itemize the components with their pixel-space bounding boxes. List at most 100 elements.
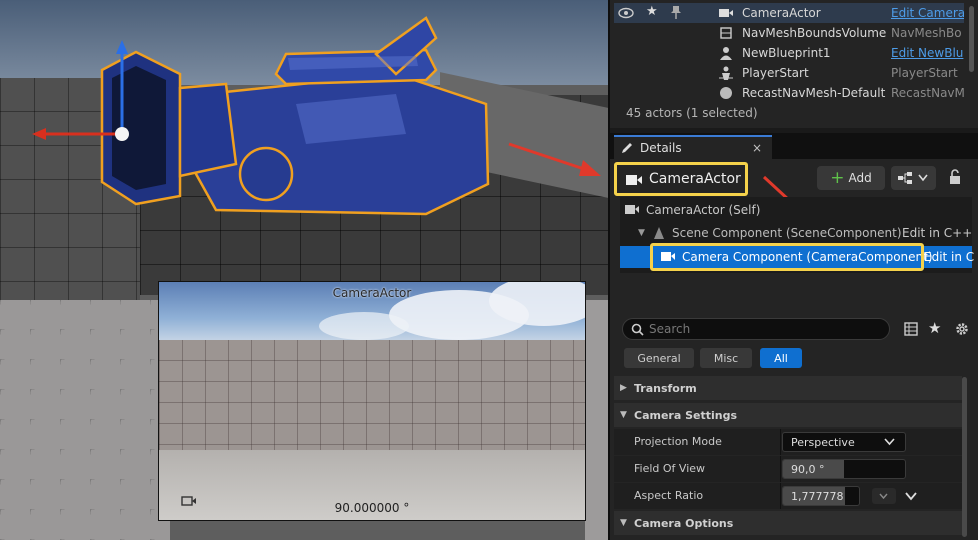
aspect-ratio-preset-button[interactable]: [872, 488, 896, 504]
eye-icon[interactable]: [618, 7, 634, 19]
pin-icon[interactable]: [670, 5, 682, 20]
level-viewport[interactable]: CameraActor 90.000000 °: [0, 0, 608, 540]
collapse-triangle-icon: ▼: [620, 518, 627, 528]
outliner-type-link[interactable]: Edit NewBlu: [891, 46, 964, 60]
tree-item-label: Scene Component (SceneComponent): [672, 226, 902, 240]
camera-preview: CameraActor 90.000000 °: [158, 281, 586, 521]
filter-all-button[interactable]: All: [760, 348, 802, 368]
edit-in-cpp-link[interactable]: Edit in C++: [902, 226, 972, 240]
outliner-name: CameraActor: [742, 6, 821, 20]
details-search[interactable]: [622, 318, 890, 340]
property-field-of-view: Field Of View 90,0 °: [614, 456, 962, 482]
tab-details[interactable]: Details ×: [614, 135, 772, 159]
outliner-name: NewBlueprint1: [742, 46, 831, 60]
outliner-name: RecastNavMesh-Default: [742, 86, 886, 100]
person-icon: [720, 47, 732, 60]
collapse-triangle-icon[interactable]: ▼: [638, 228, 645, 238]
camera-icon: [626, 175, 642, 185]
category-label: Camera Options: [634, 516, 734, 530]
pencil-icon: [622, 143, 632, 153]
actor-name-label: CameraActor: [649, 171, 741, 187]
blueprint-dropdown-button[interactable]: [891, 166, 936, 190]
camera-icon: [625, 205, 639, 214]
field-of-view-value: 90,0 °: [791, 463, 825, 476]
property-label: Projection Mode: [634, 435, 722, 448]
search-icon: [631, 323, 644, 336]
outliner-name: PlayerStart: [742, 66, 809, 80]
category-camera-options[interactable]: ▼ Camera Options: [614, 511, 962, 535]
outliner-name: NavMeshBoundsVolume: [742, 26, 887, 40]
edit-in-cpp-link[interactable]: Edit in C: [924, 250, 974, 264]
details-tab-bar: Details ×: [610, 133, 978, 159]
filter-misc-button[interactable]: Misc: [700, 348, 752, 368]
outliner-row[interactable]: ★ CameraActor Edit Camera: [614, 3, 964, 23]
outliner-row[interactable]: RecastNavMesh-Default RecastNavM: [614, 83, 964, 103]
cube-icon: [720, 27, 732, 39]
outliner-type: PlayerStart: [891, 66, 958, 80]
column-divider: [780, 483, 781, 509]
outliner-row[interactable]: PlayerStart PlayerStart: [614, 63, 964, 83]
camera-icon: [719, 9, 733, 17]
search-input[interactable]: [649, 321, 879, 337]
chevron-down-icon: [884, 438, 895, 446]
camera-actor-mesh[interactable]: [96, 14, 496, 220]
field-of-view-input[interactable]: 90,0 °: [782, 459, 906, 479]
outliner-type: NavMeshBo: [891, 26, 962, 40]
property-label: Field Of View: [634, 462, 706, 475]
column-divider: [780, 456, 781, 482]
preview-cloud: [319, 312, 409, 340]
selected-actor-name[interactable]: CameraActor: [614, 162, 748, 196]
property-aspect-ratio: Aspect Ratio 1,777778: [614, 483, 962, 509]
sphere-icon: [720, 87, 732, 99]
filter-general-button[interactable]: General: [624, 348, 694, 368]
tree-item-label: CameraActor (Self): [646, 203, 761, 217]
outliner-row[interactable]: NewBlueprint1 Edit NewBlu: [614, 43, 964, 63]
category-label: Transform: [634, 381, 697, 395]
projection-mode-value: Perspective: [791, 436, 855, 449]
blueprint-icon: [898, 172, 912, 184]
aspect-ratio-input[interactable]: 1,777778: [782, 486, 860, 506]
collapse-triangle-icon: ▼: [620, 410, 627, 420]
add-component-button[interactable]: + Add: [817, 166, 885, 190]
annotation-arrow: [508, 142, 601, 176]
star-icon[interactable]: ★: [646, 4, 658, 19]
category-label: Camera Settings: [634, 408, 738, 422]
property-label: Aspect Ratio: [634, 489, 704, 502]
aspect-ratio-value: 1,777778: [791, 490, 844, 503]
transform-gizmo[interactable]: [30, 40, 140, 150]
highlight-box: [650, 243, 924, 271]
chevron-down-icon[interactable]: [904, 489, 918, 503]
right-panel: ★ CameraActor Edit Camera NavMeshBoundsV…: [608, 0, 978, 540]
outliner-row[interactable]: NavMeshBoundsVolume NavMeshBo: [614, 23, 964, 43]
floor-right: [585, 300, 608, 540]
floor-left: [0, 300, 170, 540]
details-scrollbar[interactable]: [962, 377, 967, 537]
category-transform[interactable]: ▶ Transform: [614, 376, 962, 400]
outliner-type-link[interactable]: Edit Camera: [891, 6, 964, 20]
outliner-type: RecastNavM: [891, 86, 964, 100]
chevron-down-icon: [879, 493, 888, 500]
projection-mode-select[interactable]: Perspective: [782, 432, 906, 452]
property-projection-mode: Projection Mode Perspective: [614, 429, 962, 455]
tree-item-self[interactable]: CameraActor (Self): [620, 199, 972, 221]
lock-icon[interactable]: [947, 169, 963, 185]
actor-count: 45 actors (1 selected): [626, 106, 758, 120]
close-icon[interactable]: ×: [752, 141, 762, 155]
expand-triangle-icon: ▶: [620, 383, 627, 393]
tree-item-scene-component[interactable]: ▼ Scene Component (SceneComponent) Edit …: [620, 222, 972, 244]
gear-icon[interactable]: [954, 321, 970, 337]
world-outliner: ★ CameraActor Edit Camera NavMeshBoundsV…: [610, 0, 978, 128]
add-button-label: Add: [848, 171, 872, 185]
component-tree: CameraActor (Self) ▼ Scene Component (Sc…: [620, 197, 974, 273]
outliner-scrollbar[interactable]: [969, 6, 974, 72]
table-view-icon[interactable]: [904, 322, 918, 336]
scene-component-icon: [654, 227, 664, 239]
favorites-star-icon[interactable]: ★: [928, 319, 941, 337]
chevron-down-icon: [918, 174, 928, 182]
player-start-icon: [719, 66, 733, 80]
preview-fov-readout: 90.000000 °: [334, 501, 410, 515]
column-divider: [780, 429, 781, 455]
plus-icon: +: [830, 168, 845, 188]
preview-wall: [159, 340, 585, 450]
category-camera-settings[interactable]: ▼ Camera Settings: [614, 403, 962, 427]
